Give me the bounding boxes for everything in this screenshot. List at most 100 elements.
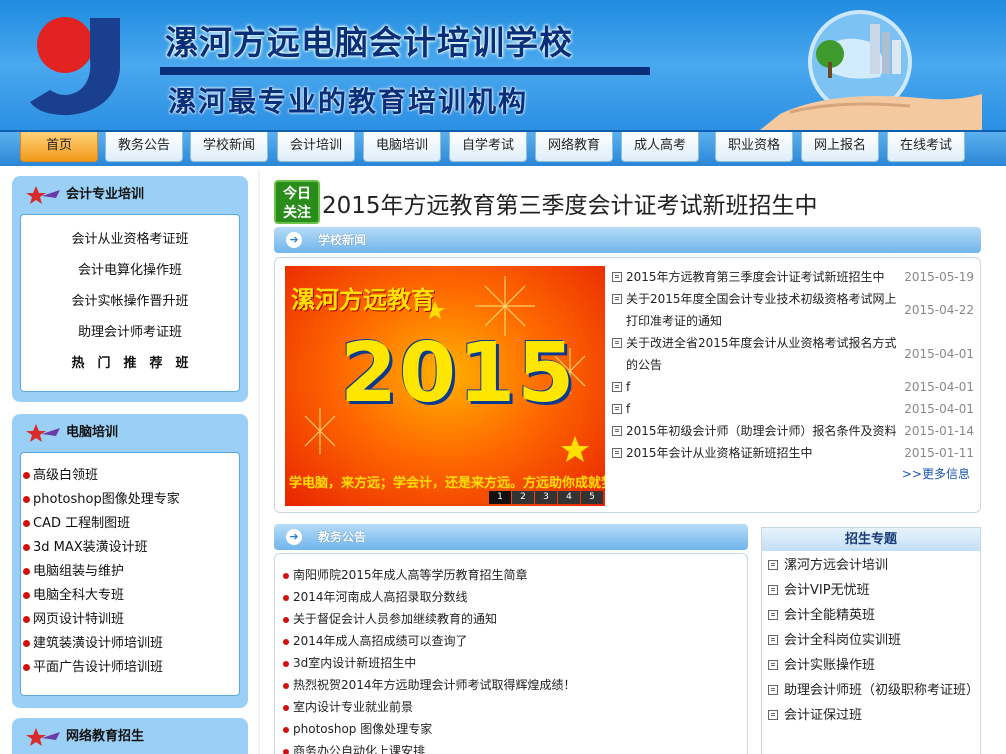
slide-page-button[interactable]: 1 xyxy=(489,491,511,504)
main-nav: 首页 教务公告 学校新闻 会计培训 电脑培训 自学考试 网络教育 成人高考 职业… xyxy=(0,132,1006,166)
document-icon xyxy=(612,382,622,392)
notice-item[interactable]: 3d室内设计新班招生中 xyxy=(275,652,747,674)
document-icon xyxy=(612,404,622,414)
topic-link[interactable]: 会计全能精英班 xyxy=(762,603,980,628)
nav-home[interactable]: 首页 xyxy=(20,132,98,162)
course-link[interactable]: 建筑装潢设计师培训班 xyxy=(21,632,239,656)
slide-year: 2015 xyxy=(340,326,577,421)
notice-item[interactable]: 热烈祝贺2014年方远助理会计师考试取得辉煌成绩！ xyxy=(275,674,747,696)
bullet-dot-icon xyxy=(283,638,289,645)
star-ribbon-icon xyxy=(26,186,60,204)
topic-link[interactable]: 助理会计师班（初级职称考证班） xyxy=(762,678,980,703)
notice-item[interactable]: 南阳师院2015年成人高等学历教育招生简章 xyxy=(275,564,747,586)
course-link[interactable]: 会计电算化操作班 xyxy=(21,255,239,286)
topic-link[interactable]: 漯河方远会计培训 xyxy=(762,553,980,578)
course-link[interactable]: 电脑组装与维护 xyxy=(21,560,239,584)
nav-notices[interactable]: 教务公告 xyxy=(105,132,183,162)
document-icon xyxy=(768,585,778,595)
course-link[interactable]: CAD 工程制图班 xyxy=(21,512,239,536)
online-edu-header: 网络教育招生 xyxy=(20,724,240,750)
slide-page-button[interactable]: 4 xyxy=(558,491,580,504)
computer-training-header: 电脑培训 xyxy=(20,420,240,446)
bullet-dot-icon xyxy=(283,660,289,667)
nav-self-study[interactable]: 自学考试 xyxy=(449,132,527,162)
bullet-dot-icon xyxy=(23,616,30,623)
slide-page-button[interactable]: 2 xyxy=(512,491,534,504)
course-link[interactable]: 平面广告设计师培训班 xyxy=(21,656,239,680)
accounting-training-header: 会计专业培训 xyxy=(20,182,240,208)
computer-training-title: 电脑培训 xyxy=(66,425,119,440)
nav-enroll-online[interactable]: 网上报名 xyxy=(801,132,879,162)
globe-hand-image xyxy=(760,10,982,130)
bullet-dot-icon xyxy=(283,682,289,689)
news-item[interactable]: 2015年方远教育第三季度会计证考试新班招生中 2015-05-19 xyxy=(612,266,974,288)
topic-link[interactable]: 会计VIP无忧班 xyxy=(762,578,980,603)
news-item[interactable]: 关于2015年度全国会计专业技术初级资格考试网上打印准考证的通知 2015-04-… xyxy=(612,288,974,332)
news-slideshow[interactable]: 漯河方远教育 2015 学电脑，来方远；学会计，还是来方远。方远助你成就梦想！ … xyxy=(285,266,605,506)
nav-school-news[interactable]: 学校新闻 xyxy=(190,132,268,162)
nav-online-exam[interactable]: 在线考试 xyxy=(887,132,965,162)
news-item[interactable]: 2015年会计从业资格证新班招生中 2015-01-11 xyxy=(612,442,974,464)
headline-link[interactable]: 2015年方远教育第三季度会计证考试新班招生中 xyxy=(322,186,818,220)
course-link[interactable]: 3d MAX装潢设计班 xyxy=(21,536,239,560)
course-link[interactable]: 热 门 推 荐 班 xyxy=(21,348,239,379)
course-link[interactable]: 高级白领班 xyxy=(21,464,239,488)
document-icon xyxy=(768,660,778,670)
topic-link[interactable]: 会计证保过班 xyxy=(762,703,980,728)
bullet-dot-icon xyxy=(23,496,30,503)
news-item[interactable]: 2015年初级会计师（助理会计师）报名条件及资料 2015-01-14 xyxy=(612,420,974,442)
topic-link[interactable]: 会计全科岗位实训班 xyxy=(762,628,980,653)
notice-item[interactable]: 关于督促会计人员参加继续教育的通知 xyxy=(275,608,747,630)
nav-adult-exam[interactable]: 成人高考 xyxy=(621,132,699,162)
nav-online-edu[interactable]: 网络教育 xyxy=(535,132,613,162)
more-news-link[interactable]: >>更多信息 xyxy=(902,465,970,482)
enrollment-topics-panel: 招生专题 漯河方远会计培训 会计VIP无忧班 会计全能精英班 会计全科岗位实训班… xyxy=(761,527,981,754)
bullet-dot-icon xyxy=(23,472,30,479)
news-item[interactable]: f 2015-04-01 xyxy=(612,398,974,420)
today-focus-badge: 今日 关注 xyxy=(274,180,320,224)
bullet-dot-icon xyxy=(23,568,30,575)
topic-link[interactable]: 会计实账操作班 xyxy=(762,653,980,678)
notice-item[interactable]: photoshop 图像处理专家 xyxy=(275,718,747,740)
document-icon xyxy=(612,294,622,304)
bullet-dot-icon xyxy=(283,616,289,623)
online-edu-box: 网络教育招生 xyxy=(12,718,248,754)
notices-panel: 南阳师院2015年成人高等学历教育招生简章 2014年河南成人高招录取分数线 关… xyxy=(274,553,748,754)
school-name: 漯河方远电脑会计培训学校 xyxy=(165,23,573,62)
bullet-dot-icon xyxy=(23,544,30,551)
slide-pager: 1 2 3 4 5 xyxy=(488,491,603,504)
nav-accounting[interactable]: 会计培训 xyxy=(277,132,355,162)
bullet-dot-icon xyxy=(283,748,289,754)
bullet-dot-icon xyxy=(23,640,30,647)
computer-training-box: 电脑培训 高级白领班 photoshop图像处理专家 CAD 工程制图班 3d … xyxy=(12,414,248,708)
course-link[interactable]: 网页设计特训班 xyxy=(21,608,239,632)
news-item[interactable]: f 2015-04-01 xyxy=(612,376,974,398)
notice-item[interactable]: 商务办公自动化上课安排 xyxy=(275,740,747,754)
course-link[interactable]: 会计从业资格考证班 xyxy=(21,224,239,255)
notice-item[interactable]: 室内设计专业就业前景 xyxy=(275,696,747,718)
accounting-training-title: 会计专业培训 xyxy=(66,187,145,202)
notice-item[interactable]: 2014年河南成人高招录取分数线 xyxy=(275,586,747,608)
school-news-header: ➔ 学校新闻 xyxy=(274,227,981,253)
online-edu-title: 网络教育招生 xyxy=(66,729,145,744)
slide-page-button[interactable]: 5 xyxy=(581,491,603,504)
left-sidebar: 会计专业培训 会计从业资格考证班 会计电算化操作班 会计实帐操作晋升班 助理会计… xyxy=(12,170,250,754)
bullet-dot-icon xyxy=(23,592,30,599)
slide-page-button[interactable]: 3 xyxy=(535,491,557,504)
course-link[interactable]: 助理会计师考证班 xyxy=(21,317,239,348)
notice-item[interactable]: 2014年成人高招成绩可以查询了 xyxy=(275,630,747,652)
course-link[interactable]: 电脑全科大专班 xyxy=(21,584,239,608)
document-icon xyxy=(768,635,778,645)
news-item[interactable]: 关于改进全省2015年度会计从业资格考试报名方式的公告 2015-04-01 xyxy=(612,332,974,376)
document-icon xyxy=(612,338,622,348)
course-link[interactable]: photoshop图像处理专家 xyxy=(21,488,239,512)
school-news-title: 学校新闻 xyxy=(318,233,367,247)
bullet-dot-icon xyxy=(23,520,30,527)
document-icon xyxy=(768,610,778,620)
nav-computer[interactable]: 电脑培训 xyxy=(363,132,441,162)
nav-qualification[interactable]: 职业资格 xyxy=(715,132,793,162)
news-list: 2015年方远教育第三季度会计证考试新班招生中 2015-05-19 关于2015… xyxy=(612,266,974,464)
course-link[interactable]: 会计实帐操作晋升班 xyxy=(21,286,239,317)
computer-course-list: 高级白领班 photoshop图像处理专家 CAD 工程制图班 3d MAX装潢… xyxy=(20,452,240,696)
bullet-dot-icon xyxy=(283,572,289,579)
